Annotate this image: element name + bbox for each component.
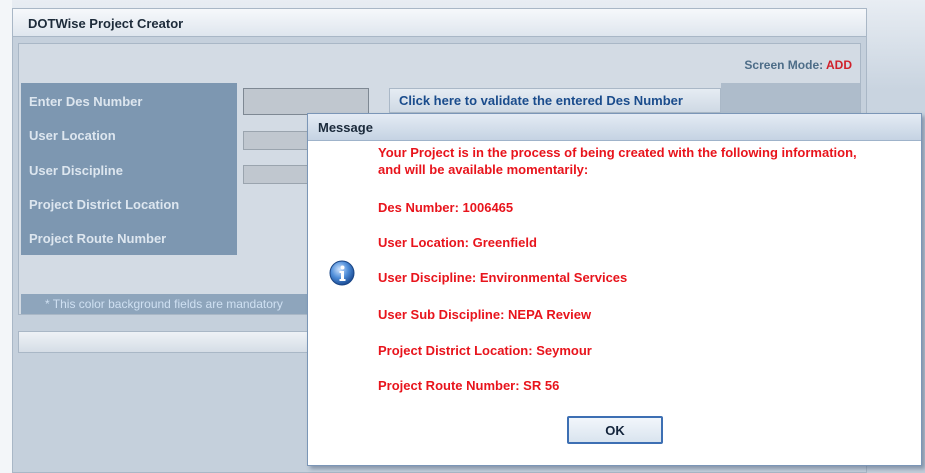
dialog-title: Message	[308, 114, 921, 141]
label-project-district-location: Project District Location	[29, 197, 180, 212]
message-project-route-number: Project Route Number: SR 56	[378, 378, 560, 393]
label-user-location: User Location	[29, 128, 116, 143]
message-user-location: User Location: Greenfield	[378, 235, 537, 250]
info-icon	[328, 259, 356, 287]
message-dialog: Message Your Project is in the process o…	[307, 113, 922, 466]
message-project-district-location: Project District Location: Seymour	[378, 343, 592, 358]
message-intro-line-2: and will be available momentarily:	[378, 162, 589, 177]
screen-mode-label: Screen Mode:	[744, 58, 824, 72]
label-project-route-number: Project Route Number	[29, 231, 167, 246]
label-column: Enter Des Number User Location User Disc…	[21, 83, 237, 255]
message-des-number: Des Number: 1006465	[378, 200, 514, 215]
ok-button[interactable]: OK	[567, 416, 663, 444]
des-number-input[interactable]	[243, 88, 369, 115]
screen-mode-indicator: Screen Mode: ADD	[744, 58, 852, 72]
mandatory-note: * This color background fields are manda…	[21, 294, 321, 314]
message-user-discipline: User Discipline: Environmental Services	[378, 270, 628, 285]
message-user-sub-discipline: User Sub Discipline: NEPA Review	[378, 307, 592, 322]
app-title: DOTWise Project Creator	[13, 9, 866, 37]
message-intro-line-1: Your Project is in the process of being …	[378, 145, 857, 160]
screen-mode-value: ADD	[826, 58, 852, 72]
label-user-discipline: User Discipline	[29, 163, 123, 178]
validate-des-number-button[interactable]: Click here to validate the entered Des N…	[389, 88, 721, 113]
left-strip	[0, 0, 12, 473]
label-des-number: Enter Des Number	[29, 94, 143, 109]
